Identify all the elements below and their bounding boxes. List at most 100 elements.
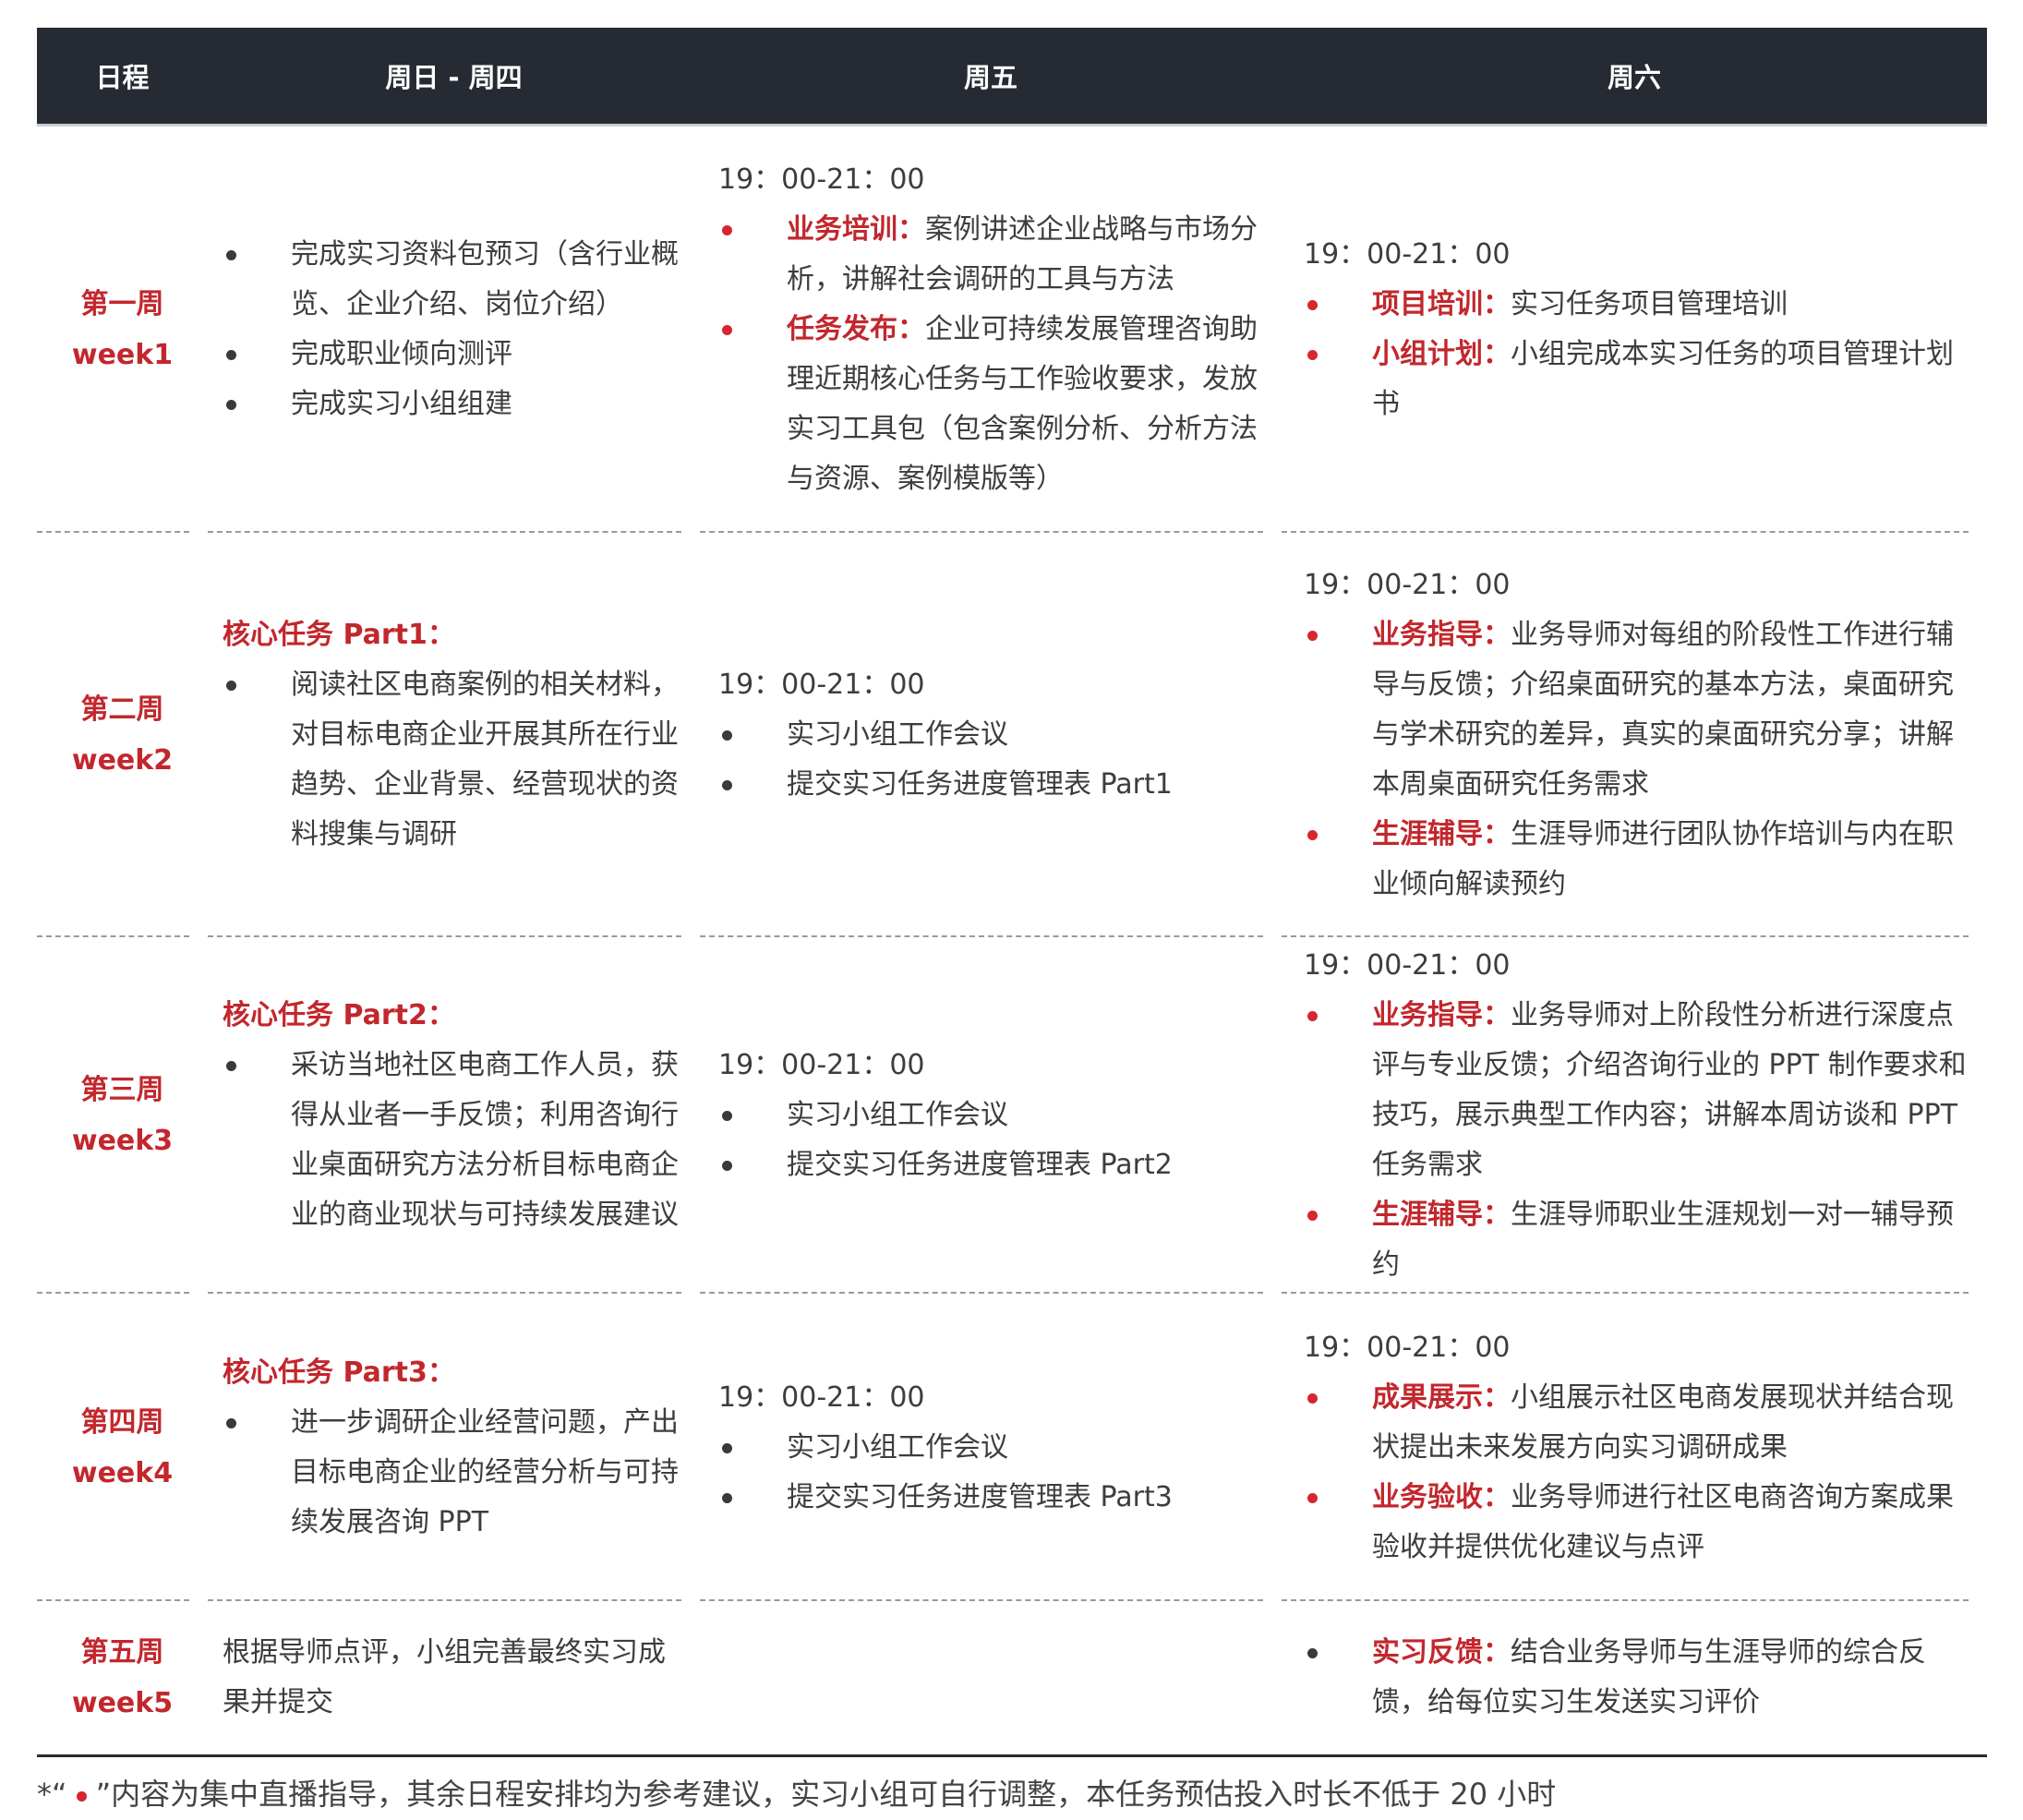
list-item: 提交实习任务进度管理表 Part3 — [718, 1473, 1263, 1523]
live-bullet-icon — [76, 1790, 87, 1802]
sat-cell: 实习反馈：结合业务导师与生涯导师的综合反馈，给每位实习生发送实习评价 — [1282, 1601, 1987, 1757]
time-slot: 19：00-21：00 — [1304, 569, 1511, 601]
item-label: 业务指导： — [1372, 999, 1511, 1031]
week-label-cell: 第二周 week2 — [37, 533, 208, 937]
task-list: 实习小组工作会议 提交实习任务进度管理表 Part1 — [718, 710, 1263, 810]
list-item: 提交实习任务进度管理表 Part1 — [718, 760, 1263, 810]
week-en-label: week1 — [71, 339, 174, 371]
time-slot: 19：00-21：00 — [718, 669, 925, 701]
task-list: 实习小组工作会议 提交实习任务进度管理表 Part3 — [718, 1423, 1263, 1523]
task-list: 采访当地社区电商工作人员，获得从业者一手反馈；利用咨询行业桌面研究方法分析目标电… — [223, 1041, 681, 1240]
week-cn-label: 第三周 — [80, 1074, 164, 1106]
week-cn-label: 第四周 — [80, 1405, 164, 1439]
task-list: 阅读社区电商案例的相关材料，对目标电商企业开展其所在行业趋势、企业背景、经营现状… — [223, 660, 681, 860]
list-item: 完成实习小组组建 — [223, 380, 681, 429]
header-row: 日程 周日 - 周四 周五 周六 — [37, 28, 1987, 127]
week-label-cell: 第三周 week3 — [37, 937, 208, 1294]
time-slot: 19：00-21：00 — [718, 163, 925, 196]
time-slot: 19：00-21：00 — [1304, 1331, 1511, 1364]
week-label-cell: 第五周 week5 — [37, 1601, 208, 1757]
live-bullet-icon — [1307, 631, 1318, 641]
list-item: 进一步调研企业经营问题，产出目标电商企业的经营分析与可持续发展咨询 PPT — [223, 1398, 681, 1548]
sun-thu-cell: 核心任务 Part3： 进一步调研企业经营问题，产出目标电商企业的经营分析与可持… — [208, 1294, 700, 1601]
fri-cell: 19：00-21：00 实习小组工作会议 提交实习任务进度管理表 Part1 — [700, 533, 1282, 937]
sat-cell: 19：00-21：00 项目培训：实习任务项目管理培训 小组计划：小组完成本实习… — [1282, 127, 1987, 533]
bullet-icon — [226, 1417, 236, 1428]
list-item: 采访当地社区电商工作人员，获得从业者一手反馈；利用咨询行业桌面研究方法分析目标电… — [223, 1041, 681, 1240]
week-en-label: week4 — [71, 1456, 174, 1489]
bullet-icon — [722, 1161, 732, 1171]
bullet-icon — [226, 250, 236, 260]
sat-cell: 19：00-21：00 成果展示：小组展示社区电商发展现状并结合现状提出未来发展… — [1282, 1294, 1987, 1601]
live-bullet-icon — [1307, 830, 1318, 840]
item-label: 生涯辅导： — [1372, 818, 1511, 850]
header-schedule: 日程 — [37, 28, 208, 127]
list-item: 业务培训：案例讲述企业战略与市场分析，讲解社会调研的工具与方法 — [718, 205, 1263, 305]
fri-cell: 19：00-21：00 业务培训：案例讲述企业战略与市场分析，讲解社会调研的工具… — [700, 127, 1282, 533]
week-en-label: week3 — [71, 1125, 174, 1157]
bullet-icon — [226, 400, 236, 410]
time-slot: 19：00-21：00 — [1304, 949, 1511, 982]
footnote-text: ”内容为集中直播指导，其余日程安排均为参考建议，实习小组可自行调整，本任务预估投… — [95, 1777, 1557, 1812]
week-row-2: 第二周 week2 核心任务 Part1： 阅读社区电商案例的相关材料，对目标电… — [37, 533, 1987, 937]
week-row-1: 第一周 week1 完成实习资料包预习（含行业概览、企业介绍、岗位介绍） 完成职… — [37, 127, 1987, 533]
header-sun-thu: 周日 - 周四 — [208, 28, 700, 127]
list-item: 提交实习任务进度管理表 Part2 — [718, 1140, 1263, 1190]
time-slot: 19：00-21：00 — [1304, 238, 1511, 271]
list-item: 实习反馈：结合业务导师与生涯导师的综合反馈，给每位实习生发送实习评价 — [1304, 1628, 1980, 1728]
bullet-icon — [722, 1492, 732, 1503]
live-bullet-icon — [1307, 1392, 1318, 1404]
list-item: 完成实习资料包预习（含行业概览、企业介绍、岗位介绍） — [223, 230, 681, 330]
list-item: 业务指导：业务导师对每组的阶段性工作进行辅导与反馈；介绍桌面研究的基本方法，桌面… — [1304, 610, 1980, 810]
time-slot: 19：00-21：00 — [718, 1380, 925, 1414]
list-item: 实习小组工作会议 — [718, 1423, 1263, 1473]
list-item: 项目培训：实习任务项目管理培训 — [1304, 280, 1980, 330]
header-sat: 周六 — [1282, 28, 1987, 127]
list-item: 任务发布：企业可持续发展管理咨询助理近期核心任务与工作验收要求，发放实习工具包（… — [718, 305, 1263, 504]
bullet-icon — [226, 1061, 236, 1071]
schedule-table: 日程 周日 - 周四 周五 周六 第一周 week1 完成实习资料包预习（含行业… — [37, 28, 1987, 1757]
week-row-4: 第四周 week4 核心任务 Part3： 进一步调研企业经营问题，产出目标电商… — [37, 1294, 1987, 1601]
core-task-title: 核心任务 Part2： — [223, 999, 455, 1031]
sun-thu-cell: 完成实习资料包预习（含行业概览、企业介绍、岗位介绍） 完成职业倾向测评 完成实习… — [208, 127, 700, 533]
item-label: 业务指导： — [1372, 619, 1511, 651]
list-item: 实习小组工作会议 — [718, 710, 1263, 760]
bullet-icon — [722, 730, 732, 741]
week-en-label: week2 — [71, 744, 174, 777]
list-item: 完成职业倾向测评 — [223, 330, 681, 380]
item-label: 业务验收： — [1372, 1480, 1511, 1513]
item-label: 生涯辅导： — [1372, 1199, 1511, 1231]
task-list: 实习反馈：结合业务导师与生涯导师的综合反馈，给每位实习生发送实习评价 — [1304, 1628, 1980, 1728]
task-list: 业务指导：业务导师对每组的阶段性工作进行辅导与反馈；介绍桌面研究的基本方法，桌面… — [1304, 610, 1980, 910]
week-label-cell: 第四周 week4 — [37, 1294, 208, 1601]
bullet-icon — [722, 780, 732, 790]
list-item: 业务验收：业务导师进行社区电商咨询方案成果验收并提供优化建议与点评 — [1304, 1473, 1980, 1573]
plain-text: 根据导师点评，小组完善最终实习成果并提交 — [223, 1636, 666, 1718]
live-bullet-icon — [1307, 1211, 1318, 1221]
bullet-icon — [1307, 1648, 1318, 1658]
footnote-prefix: *“ — [37, 1777, 67, 1812]
time-slot: 19：00-21：00 — [718, 1049, 925, 1081]
list-item: 实习小组工作会议 — [718, 1091, 1263, 1140]
fri-cell: 19：00-21：00 实习小组工作会议 提交实习任务进度管理表 Part3 — [700, 1294, 1282, 1601]
list-item: 生涯辅导：生涯导师职业生涯规划一对一辅导预约 — [1304, 1190, 1980, 1290]
week-row-3: 第三周 week3 核心任务 Part2： 采访当地社区电商工作人员，获得从业者… — [37, 937, 1987, 1294]
item-label: 小组计划： — [1372, 338, 1511, 370]
live-bullet-icon — [722, 325, 732, 335]
item-label: 任务发布： — [787, 313, 925, 345]
sun-thu-cell: 根据导师点评，小组完善最终实习成果并提交 — [208, 1601, 700, 1757]
item-label: 实习反馈： — [1372, 1636, 1511, 1669]
list-item: 成果展示：小组展示社区电商发展现状并结合现状提出未来发展方向实习调研成果 — [1304, 1373, 1980, 1473]
week-en-label: week5 — [71, 1687, 174, 1719]
live-bullet-icon — [1307, 1011, 1318, 1021]
task-list: 实习小组工作会议 提交实习任务进度管理表 Part2 — [718, 1091, 1263, 1190]
fri-cell: 19：00-21：00 实习小组工作会议 提交实习任务进度管理表 Part2 — [700, 937, 1282, 1294]
list-item: 阅读社区电商案例的相关材料，对目标电商企业开展其所在行业趋势、企业背景、经营现状… — [223, 660, 681, 860]
week-cn-label: 第二周 — [80, 693, 164, 726]
sat-cell: 19：00-21：00 业务指导：业务导师对上阶段性分析进行深度点评与专业反馈；… — [1282, 937, 1987, 1294]
bullet-icon — [226, 350, 236, 360]
list-item: 业务指导：业务导师对上阶段性分析进行深度点评与专业反馈；介绍咨询行业的 PPT … — [1304, 991, 1980, 1190]
list-item: 生涯辅导：生涯导师进行团队协作培训与内在职业倾向解读预约 — [1304, 810, 1980, 910]
bullet-icon — [722, 1442, 732, 1453]
sat-cell: 19：00-21：00 业务指导：业务导师对每组的阶段性工作进行辅导与反馈；介绍… — [1282, 533, 1987, 937]
